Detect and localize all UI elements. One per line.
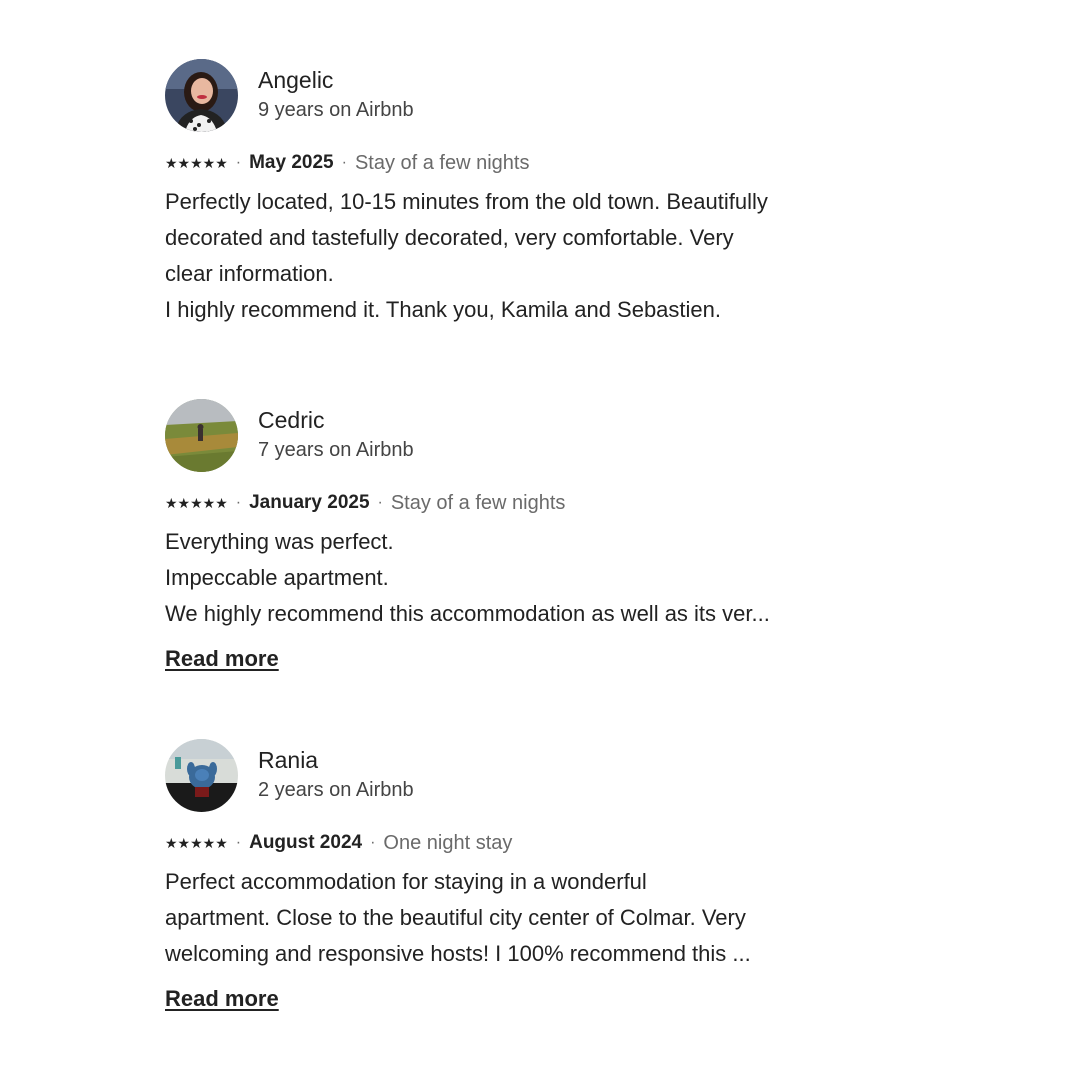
review-text-line: Perfectly located, 10-15 minutes from th… [165,189,768,214]
meta-separator: · [235,834,242,851]
review-card: Rania 2 years on Airbnb ★★★★★ · August 2… [165,738,865,1014]
review-card: Angelic 9 years on Airbnb ★★★★★ · May 20… [165,58,865,328]
read-more-link[interactable]: Read more [165,644,279,674]
reviewer-info: Rania 2 years on Airbnb [258,745,414,805]
avatar[interactable] [165,398,238,472]
review-text-line: clear information. [165,261,334,286]
review-text: Perfectly located, 10-15 minutes from th… [165,184,865,328]
rating-stars-icon: ★★★★★ [165,834,228,851]
reviewer-tenure: 2 years on Airbnb [258,779,414,801]
review-text-line: welcoming and responsive hosts! I 100% r… [165,941,751,966]
review-meta: ★★★★★ · January 2025 · Stay of a few nig… [165,488,865,518]
avatar-photo-icon [165,738,238,812]
review-header: Cedric 7 years on Airbnb [165,398,865,472]
stay-type: Stay of a few nights [354,151,530,174]
meta-separator: · [235,154,242,171]
read-more-link[interactable]: Read more [165,984,279,1014]
avatar[interactable] [165,738,238,812]
meta-separator: · [341,154,347,171]
reviewer-name: Angelic [258,67,334,93]
avatar[interactable] [165,58,238,132]
review-meta: ★★★★★ · August 2024 · One night stay [165,828,865,858]
reviewer-tenure: 9 years on Airbnb [258,99,414,121]
review-text-line: Impeccable apartment. [165,565,389,590]
review-card: Cedric 7 years on Airbnb ★★★★★ · January… [165,398,865,674]
review-text-line: I highly recommend it. Thank you, Kamila… [165,297,722,322]
review-header: Angelic 9 years on Airbnb [165,58,865,132]
review-text-line: We highly recommend this accommodation a… [165,601,770,626]
avatar-photo-icon [165,398,238,472]
review-date: August 2024 [249,832,363,853]
reviewer-name: Rania [258,747,319,773]
reviewer-name: Cedric [258,407,325,433]
review-date: May 2025 [249,152,334,173]
meta-separator: · [377,494,383,511]
stay-type: One night stay [383,831,513,854]
review-date: January 2025 [249,492,370,513]
rating-stars-icon: ★★★★★ [165,494,228,511]
review-text-line: Everything was perfect. [165,529,394,554]
review-text-line: Perfect accommodation for staying in a w… [165,869,647,894]
review-text: Everything was perfect. Impeccable apart… [165,524,865,632]
meta-separator: · [370,834,376,851]
review-meta: ★★★★★ · May 2025 · Stay of a few nights [165,148,865,178]
reviewer-info: Cedric 7 years on Airbnb [258,405,414,465]
reviewer-tenure: 7 years on Airbnb [258,439,414,461]
review-text: Perfect accommodation for staying in a w… [165,864,865,972]
meta-separator: · [235,494,242,511]
page: Angelic 9 years on Airbnb ★★★★★ · May 20… [0,0,1080,1080]
review-header: Rania 2 years on Airbnb [165,738,865,812]
review-text-line: decorated and tastefully decorated, very… [165,225,734,250]
reviewer-info: Angelic 9 years on Airbnb [258,65,414,125]
review-text-line: apartment. Close to the beautiful city c… [165,905,746,930]
stay-type: Stay of a few nights [390,491,566,514]
avatar-photo-icon [165,58,238,132]
rating-stars-icon: ★★★★★ [165,154,228,171]
